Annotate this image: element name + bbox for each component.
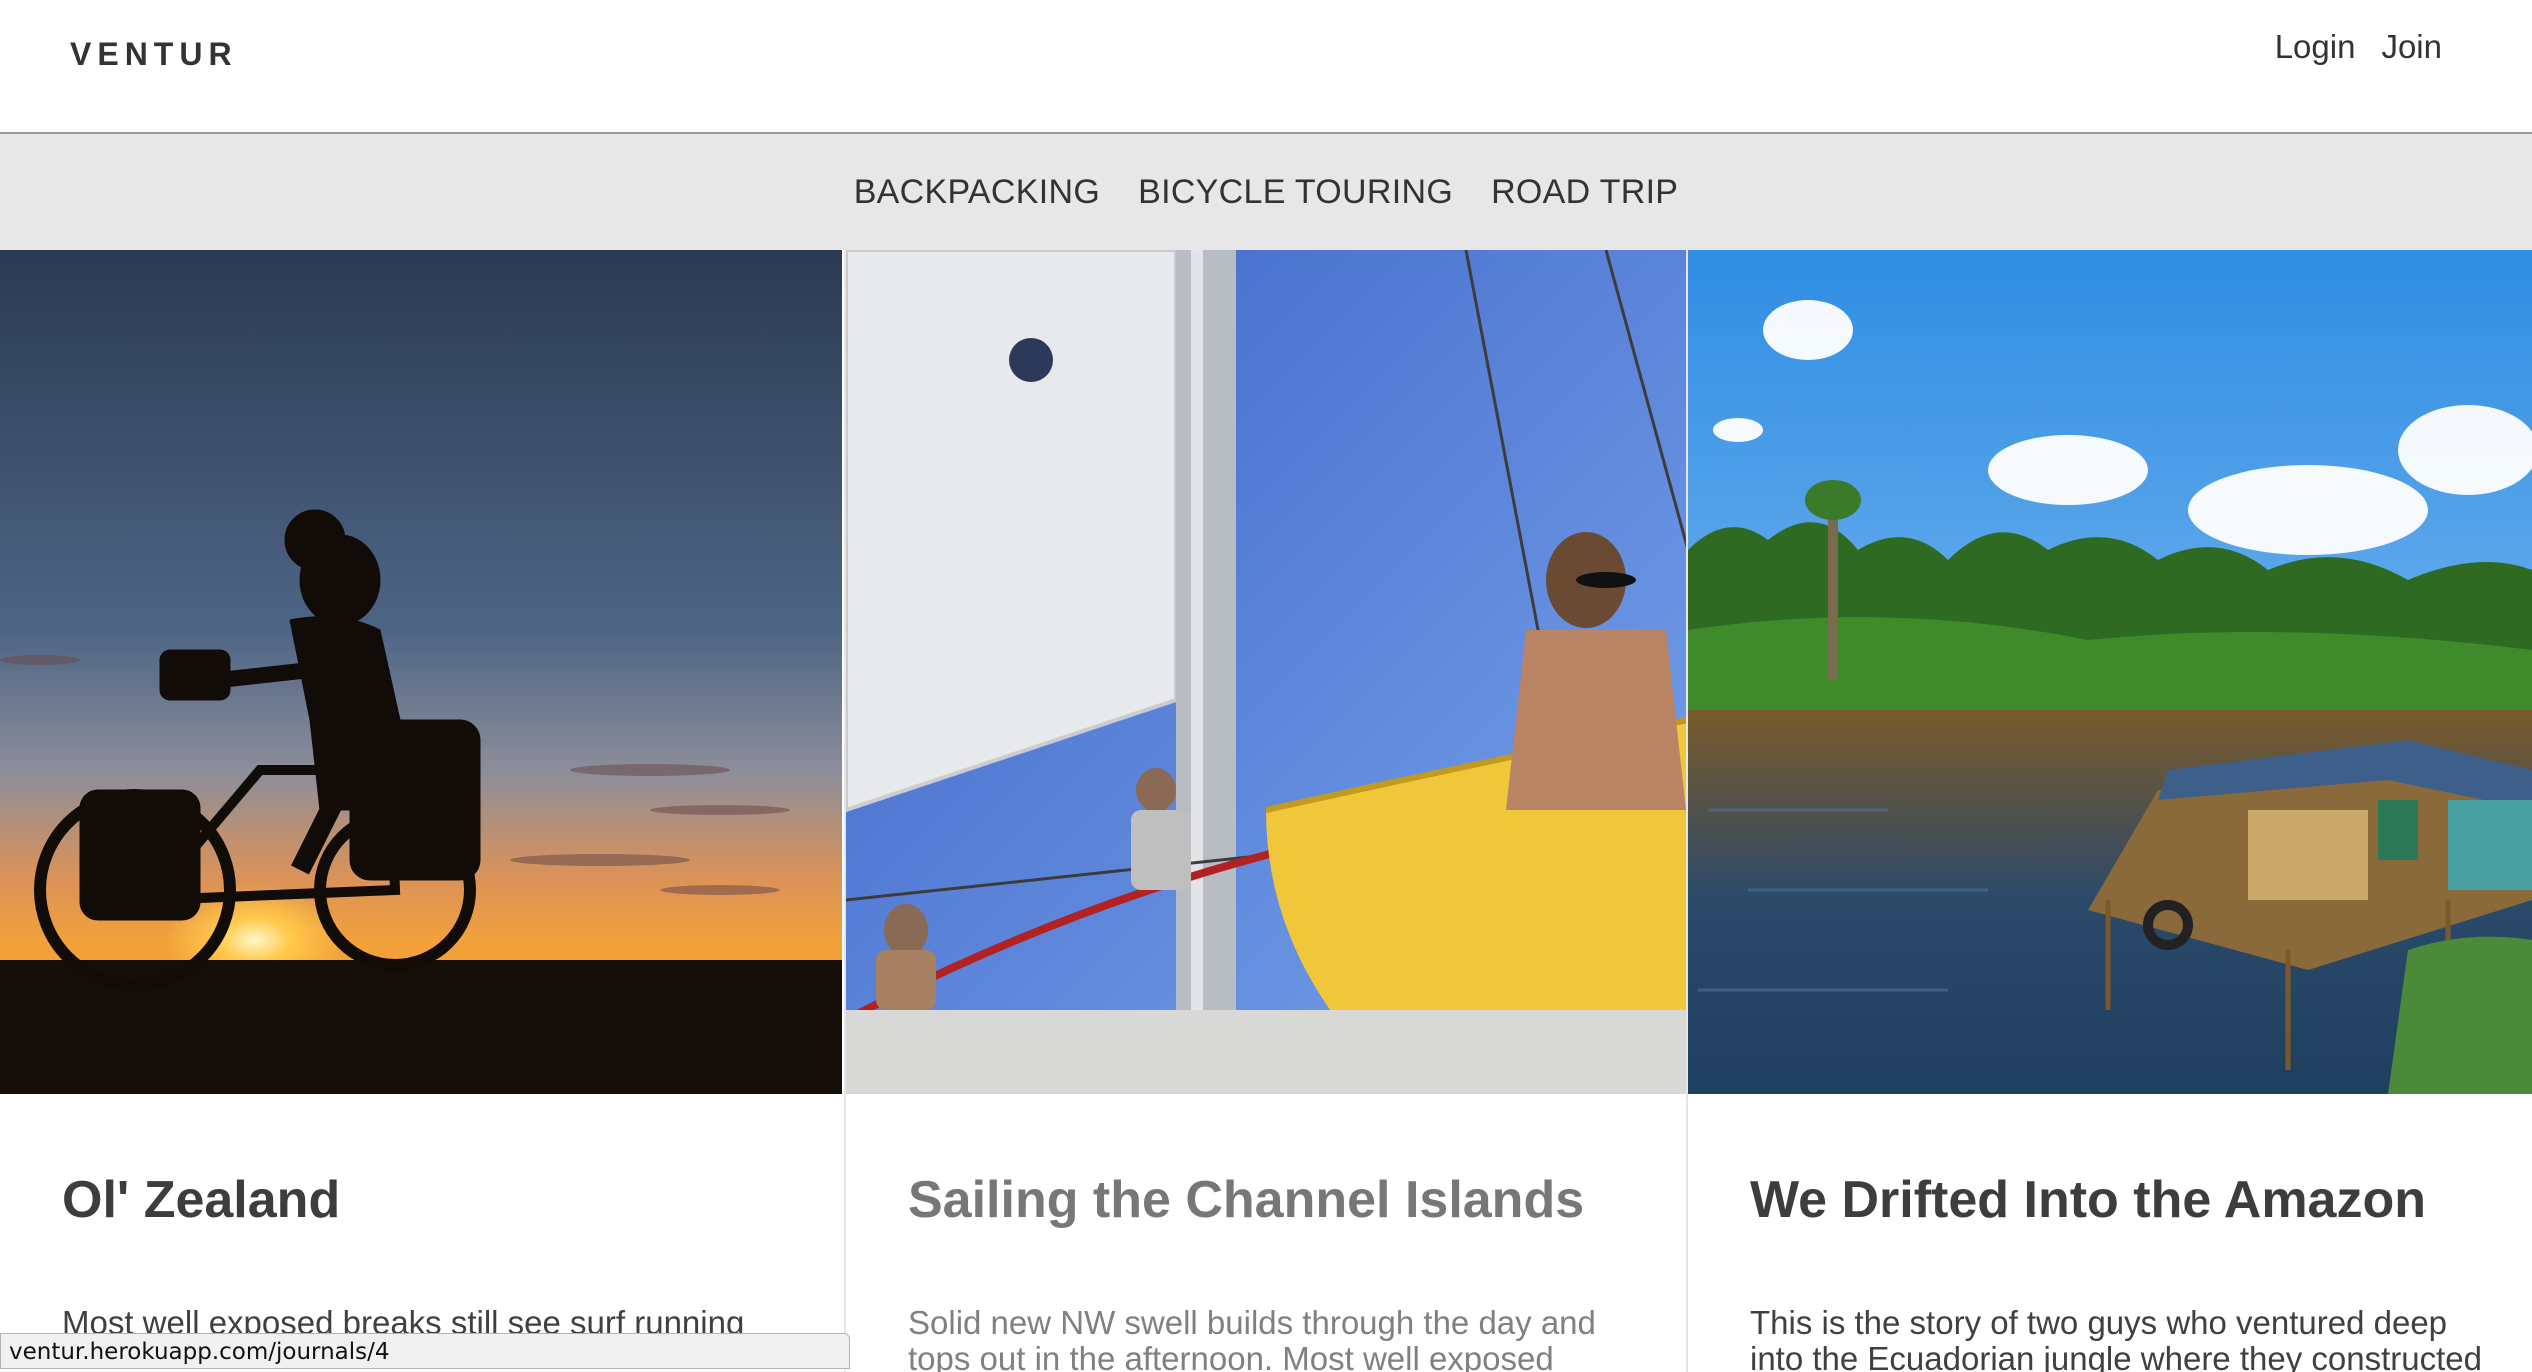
journal-photo-amazon[interactable] <box>1688 250 2532 1094</box>
top-header: VENTUR Login Join <box>0 0 2532 134</box>
journal-card[interactable]: We Drifted Into the Amazon This is the s… <box>1686 250 2532 1372</box>
journal-excerpt: Solid new NW swell builds through the da… <box>908 1304 1596 1372</box>
journal-title[interactable]: Sailing the Channel Islands <box>908 1170 1584 1230</box>
cyclist-sunset-image <box>0 250 842 1094</box>
auth-links: Login Join <box>2275 28 2442 66</box>
browser-status-bar-url: ventur.herokuapp.com/journals/4 <box>0 1333 850 1369</box>
login-link[interactable]: Login <box>2275 28 2356 66</box>
join-link[interactable]: Join <box>2381 28 2442 66</box>
journal-title[interactable]: Ol' Zealand <box>62 1170 340 1230</box>
sailboat-image <box>846 250 1688 1094</box>
category-road-trip[interactable]: ROAD TRIP <box>1491 173 1678 212</box>
amazon-river-image <box>1688 250 2532 1094</box>
journal-grid: Ol' Zealand Most well exposed breaks sti… <box>0 250 2532 1372</box>
journal-photo-sailing[interactable] <box>846 250 1688 1094</box>
category-backpacking[interactable]: BACKPACKING <box>854 173 1100 212</box>
category-bicycle-touring[interactable]: BICYCLE TOURING <box>1138 173 1453 212</box>
category-nav: BACKPACKING BICYCLE TOURING ROAD TRIP <box>0 134 2532 250</box>
journal-card[interactable]: Ol' Zealand Most well exposed breaks sti… <box>0 250 842 1372</box>
journal-title[interactable]: We Drifted Into the Amazon <box>1750 1170 2426 1230</box>
journal-card[interactable]: Sailing the Channel Islands Solid new NW… <box>844 250 1688 1372</box>
journal-photo-cyclist[interactable] <box>0 250 842 1094</box>
journal-excerpt: This is the story of two guys who ventur… <box>1750 1304 2482 1372</box>
site-logo[interactable]: VENTUR <box>70 36 238 73</box>
